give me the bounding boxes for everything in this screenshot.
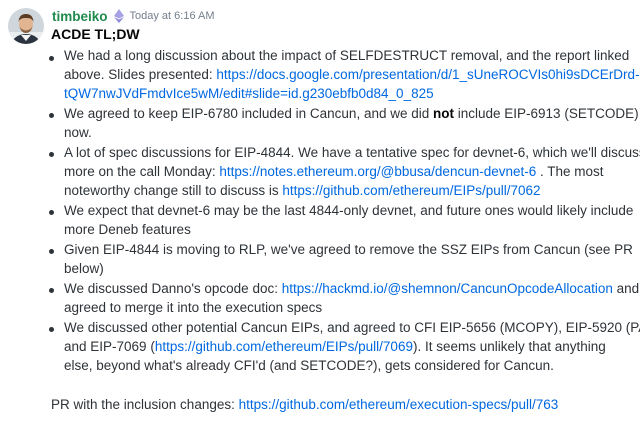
bullet-dot [49,152,54,157]
list-item-line: now. [64,125,92,140]
bullet-dot [49,56,54,61]
list-item-line: We agreed to keep EIP-6780 included in C… [64,106,640,121]
slides-link[interactable]: https://docs.google.com/presentation/d/1… [216,67,639,82]
list-item-line: more on the call Monday: https://notes.e… [64,164,604,179]
execution-specs-pr-link[interactable]: https://github.com/ethereum/execution-sp… [239,397,559,412]
list-item-line: A lot of spec discussions for EIP-4844. … [64,145,640,160]
pr-footer-line: PR with the inclusion changes: https://g… [51,397,559,412]
list-item-line: below) [64,261,104,276]
list-item-line: Given EIP-4844 is moving to RLP, we've a… [64,242,633,257]
message-body: We had a long discussion about the impac… [0,0,640,421]
list-item-line: We discussed other potential Cancun EIPs… [64,320,640,335]
list-item-line: else, beyond what's already CFI'd (and S… [64,358,554,373]
bullet-dot [49,288,54,293]
list-item-line: We had a long discussion about the impac… [64,48,630,63]
bullet-dot [49,249,54,254]
opcode-doc-link[interactable]: https://hackmd.io/@shemnon/CancunOpcodeA… [282,281,613,296]
list-item-line: agreed to merge it into the execution sp… [64,300,323,315]
eip-pull-7062-link[interactable]: https://github.com/ethereum/EIPs/pull/70… [282,183,540,198]
slides-link-cont[interactable]: tQW7nwJVdFmdvIce5wM/edit#slide=id.g230eb… [64,86,434,101]
bullet-dot [49,113,54,118]
list-item-line: tQW7nwJVdFmdvIce5wM/edit#slide=id.g230eb… [64,84,434,104]
bullet-dot [49,327,54,332]
eip-pull-7069-link[interactable]: https://github.com/ethereum/EIPs/pull/70… [155,339,413,354]
bullet-dot [49,210,54,215]
list-item-line: noteworthy change still to discuss is ht… [64,183,541,198]
list-item-line: and EIP-7069 (https://github.com/ethereu… [64,339,606,354]
list-item-line: We expect that devnet-6 may be the last … [64,203,634,218]
list-item-line: We discussed Danno's opcode doc: https:/… [64,281,640,296]
list-item-line: above. Slides presented: https://docs.go… [64,67,640,82]
devnet-notes-link[interactable]: https://notes.ethereum.org/@bbusa/dencun… [219,164,536,179]
chat-message: timbeiko Today at 6:16 AM ACDE TL;DW We … [0,0,640,421]
list-item-line: more Deneb features [64,222,191,237]
